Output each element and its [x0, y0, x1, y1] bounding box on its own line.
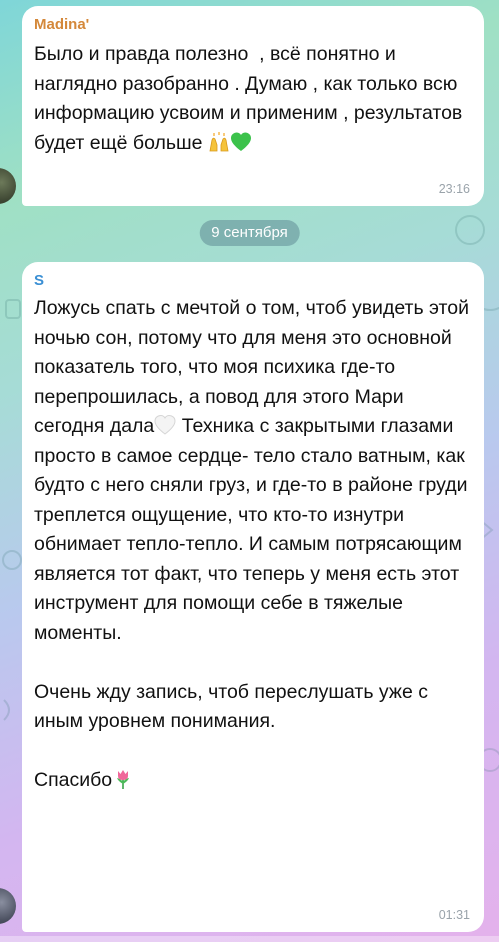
message-text-part2: Техника с закрытыми глазами просто в сам…: [34, 415, 468, 791]
message-text: Ложусь спать с мечтой о том, чтоб увидет…: [34, 294, 470, 796]
message-time: 01:31: [438, 908, 470, 922]
message-bubble[interactable]: Madina' Было и правда полезно , всё поня…: [22, 6, 484, 206]
raising-hands-emoji: [209, 131, 229, 151]
white-heart-emoji: [154, 414, 176, 435]
next-message-edge: [0, 936, 499, 942]
message-text: Было и правда полезно , всё понятно и на…: [34, 40, 470, 158]
sender-name[interactable]: S: [34, 272, 44, 289]
sender-name[interactable]: Madina': [34, 16, 89, 33]
tulip-emoji: [117, 770, 130, 789]
green-heart-emoji: [230, 132, 251, 151]
sender-avatar[interactable]: [0, 168, 16, 204]
message-bubble[interactable]: S Ложусь спать с мечтой о том, чтоб увид…: [22, 262, 484, 932]
message-time: 23:16: [438, 182, 470, 196]
sender-avatar[interactable]: [0, 888, 16, 924]
date-separator: 9 сентября: [199, 220, 300, 246]
